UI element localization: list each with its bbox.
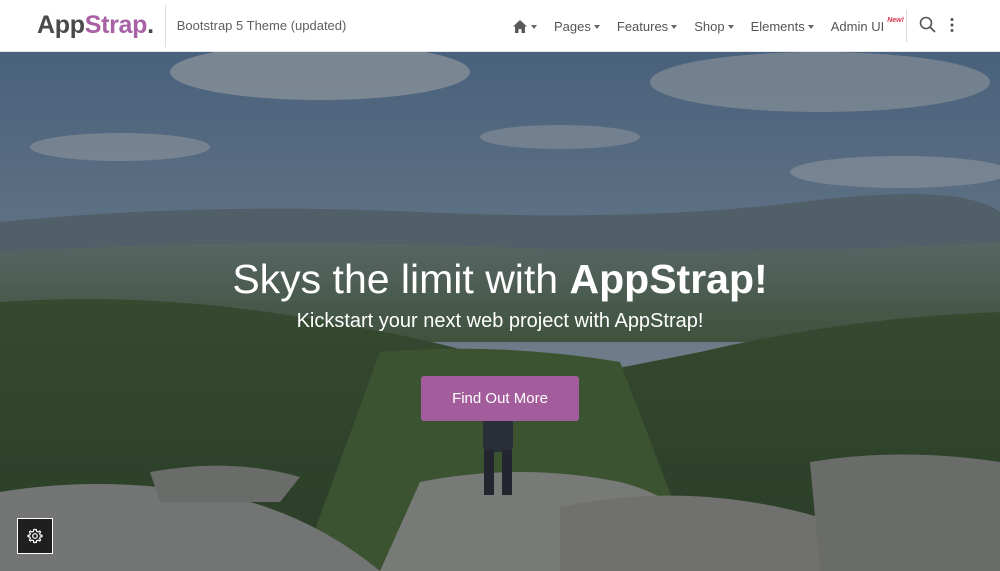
- brand-logo[interactable]: App Strap.: [37, 11, 154, 40]
- nav-item-pages[interactable]: Pages: [554, 19, 600, 34]
- brand-divider: [164, 4, 166, 47]
- caret-down-icon: [531, 25, 537, 29]
- brand-accent: Strap: [84, 11, 148, 39]
- brand-tagline: Bootstrap 5 Theme (updated): [176, 18, 347, 33]
- find-out-more-button[interactable]: Find Out More: [421, 376, 579, 421]
- nav-item-label: Pages: [554, 18, 591, 34]
- caret-down-icon: [593, 25, 600, 29]
- nav-item-label: Admin UI: [830, 18, 885, 34]
- more-vertical-icon: [950, 18, 954, 32]
- caret-down-icon: [727, 25, 734, 29]
- nav-item-label: Elements: [750, 18, 805, 34]
- more-menu-button[interactable]: [948, 17, 956, 38]
- gear-icon: [27, 528, 43, 544]
- nav-item-shop[interactable]: Shop: [694, 18, 734, 34]
- hero-subtitle: Kickstart your next web project with App…: [296, 310, 704, 332]
- hero-section: Skys the limit with AppStrap! Kickstart …: [0, 52, 1000, 571]
- theme-settings-button[interactable]: [17, 518, 53, 554]
- main-nav: Pages Features Shop Elements Admin UI Ne…: [512, 0, 921, 52]
- nav-item-label: Features: [616, 18, 669, 34]
- nav-item-admin-ui[interactable]: Admin UI New!: [830, 16, 904, 34]
- navbar: App Strap. Bootstrap 5 Theme (updated) Pa…: [0, 0, 1000, 52]
- hero-title: Skys the limit with AppStrap!: [0, 256, 1000, 303]
- nav-item-label: Shop: [694, 18, 725, 34]
- nav-divider: [906, 10, 907, 42]
- nav-item-features[interactable]: Features: [616, 18, 678, 34]
- search-icon: [919, 16, 936, 33]
- search-button[interactable]: [919, 16, 936, 38]
- caret-down-icon: [671, 25, 678, 29]
- hero-title-bold: AppStrap!: [569, 256, 768, 302]
- nav-item-home[interactable]: [512, 19, 537, 34]
- nav-item-elements[interactable]: Elements: [751, 19, 814, 34]
- new-badge: New!: [887, 16, 904, 24]
- brand-main: App: [37, 11, 85, 39]
- caret-down-icon: [807, 25, 814, 29]
- brand-dot: .: [147, 11, 154, 39]
- home-icon: [513, 19, 527, 33]
- hero-title-regular: Skys the limit with: [232, 256, 570, 302]
